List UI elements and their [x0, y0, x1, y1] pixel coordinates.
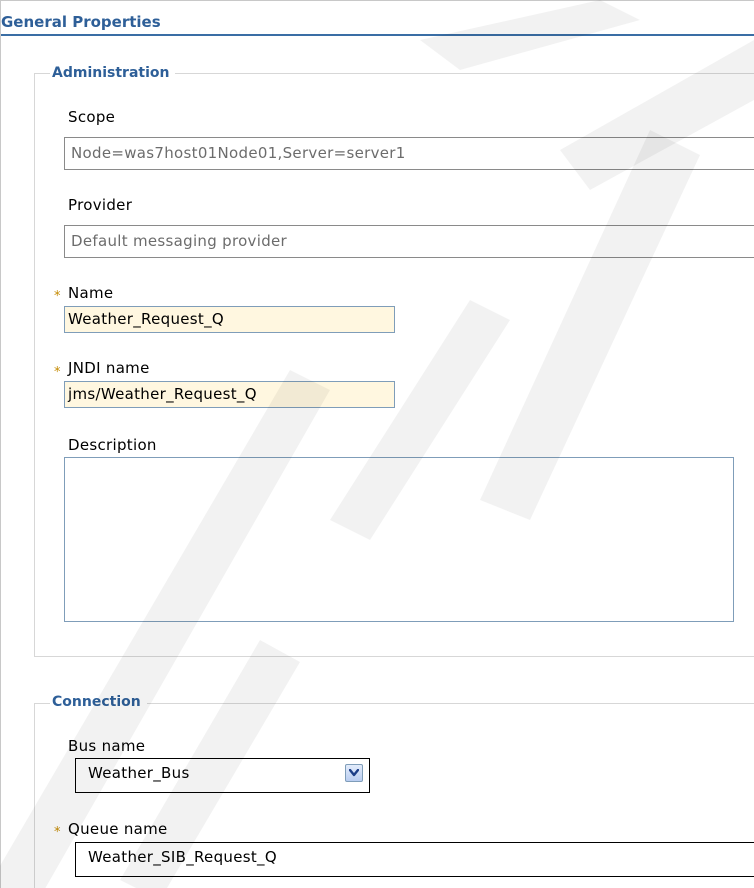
asterisk-icon: * — [54, 289, 61, 304]
bus-name-select[interactable]: Weather_Bus — [75, 758, 370, 793]
provider-field: Default messaging provider — [64, 225, 754, 258]
administration-legend: Administration — [50, 65, 176, 81]
asterisk-icon: * — [54, 825, 61, 840]
jndi-name-label: JNDI name — [68, 359, 150, 377]
chevron-down-icon[interactable] — [345, 764, 363, 782]
asterisk-icon: * — [54, 365, 61, 380]
scope-label: Scope — [68, 108, 116, 126]
provider-label: Provider — [68, 196, 133, 214]
name-input[interactable]: Weather_Request_Q — [64, 306, 395, 333]
scope-field: Node=was7host01Node01,Server=server1 — [64, 137, 754, 170]
section-title: General Properties — [1, 12, 754, 36]
queue-name-input[interactable]: Weather_SIB_Request_Q — [75, 842, 754, 877]
queue-name-label: Queue name — [68, 820, 168, 838]
name-label: Name — [68, 284, 114, 302]
description-textarea[interactable] — [64, 457, 734, 622]
connection-legend: Connection — [50, 694, 147, 710]
description-label: Description — [68, 436, 157, 454]
bus-name-label: Bus name — [68, 737, 146, 755]
jndi-name-input[interactable]: jms/Weather_Request_Q — [64, 381, 395, 408]
bus-name-value: Weather_Bus — [88, 764, 190, 782]
